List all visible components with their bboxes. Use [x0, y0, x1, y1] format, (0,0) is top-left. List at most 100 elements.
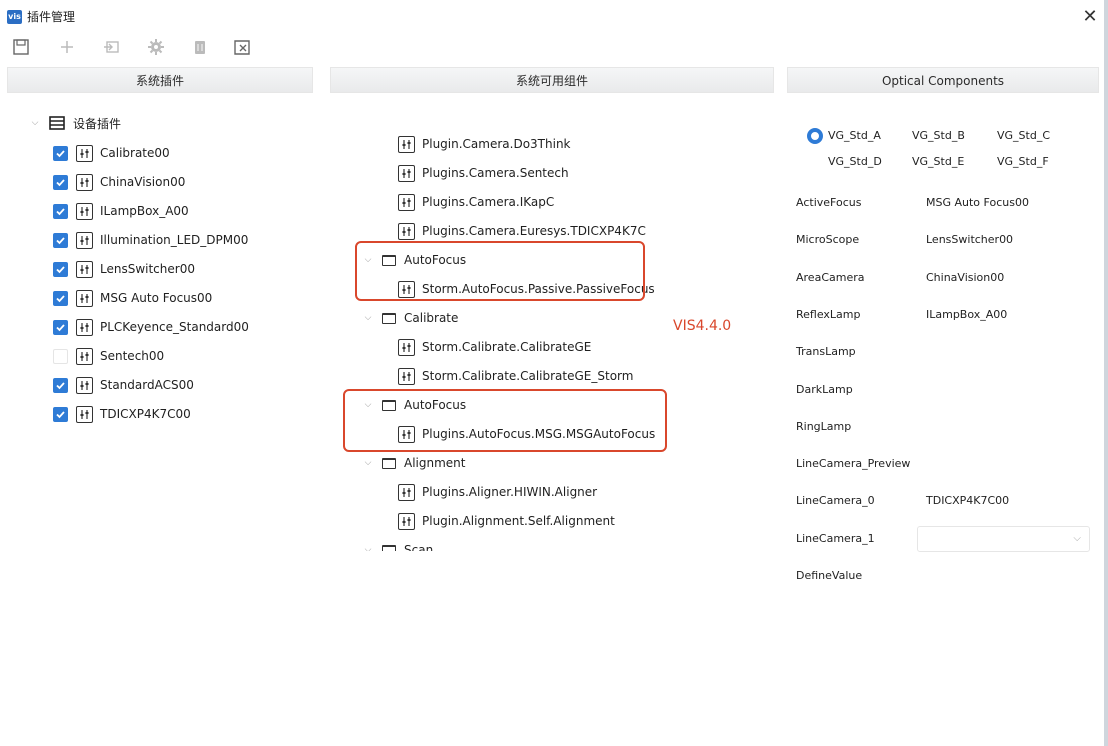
settings-icon[interactable]: [145, 36, 167, 58]
optical-field-label: LineCamera_Preview: [796, 457, 911, 471]
folder-icon: [382, 544, 396, 551]
list-item[interactable]: Storm.Calibrate.CalibrateGE_Storm: [398, 365, 633, 387]
chevron-down-icon[interactable]: ⌵: [363, 313, 373, 323]
delete-icon[interactable]: [189, 36, 211, 58]
plugin-label: LensSwitcher00: [100, 262, 195, 276]
plugin-label: MSG Auto Focus00: [100, 291, 213, 305]
plugin-checkbox[interactable]: [53, 406, 68, 422]
list-item[interactable]: Plugins.Camera.IKapC: [398, 191, 554, 213]
plugin-checkbox[interactable]: [53, 145, 68, 161]
tree-group-alignment[interactable]: ⌵ Alignment: [363, 452, 466, 474]
import-icon[interactable]: [101, 36, 123, 58]
plugin-row[interactable]: Calibrate00: [53, 142, 170, 164]
radio-vg-std-f[interactable]: VG_Std_F: [997, 155, 1049, 169]
plugin-row[interactable]: Illumination_LED_DPM00: [53, 229, 248, 251]
list-item-label: Plugins.Camera.Sentech: [422, 166, 569, 180]
optical-field-value[interactable]: TDICXP4K7C00: [926, 494, 1009, 508]
optical-field-label: LineCamera_0: [796, 494, 875, 508]
tree-group-scan[interactable]: ⌵ Scan: [363, 539, 433, 551]
plugin-row[interactable]: PLCKeyence_Standard00: [53, 316, 249, 338]
list-item-label: Plugin.Alignment.Self.Alignment: [422, 514, 615, 528]
optical-field-value[interactable]: ILampBox_A00: [926, 308, 1007, 322]
add-icon[interactable]: [56, 36, 78, 58]
plugin-row[interactable]: TDICXP4K7C00: [53, 403, 191, 425]
tree-group-scan-clip: ⌵ Scan: [363, 539, 563, 551]
plugin-icon: [398, 338, 415, 356]
list-item[interactable]: Plugins.Camera.Sentech: [398, 162, 569, 184]
close-icon[interactable]: ✕: [1082, 7, 1098, 27]
device-list-icon: [49, 116, 65, 130]
plugin-icon: [76, 405, 93, 423]
list-item-label: Storm.Calibrate.CalibrateGE_Storm: [422, 369, 634, 383]
optical-field-value[interactable]: MSG Auto Focus00: [926, 196, 1029, 210]
plugin-icon: [76, 202, 93, 220]
plugin-checkbox[interactable]: [53, 232, 68, 248]
optical-field-label: DefineValue: [796, 569, 863, 582]
optical-field-value[interactable]: ChinaVision00: [926, 271, 1004, 285]
linecamera-1-select[interactable]: ⌵: [917, 526, 1090, 552]
group-label: Scan: [404, 543, 434, 551]
chevron-down-icon: ⌵: [1073, 533, 1081, 544]
folder-icon: [382, 312, 396, 324]
plugin-label: ILampBox_A00: [100, 204, 189, 218]
plugin-manager-window: vis 插件管理 ✕ 系统插件 系统可用组件 Optical Component…: [0, 0, 1108, 746]
tree-group-calibrate[interactable]: ⌵ Calibrate: [363, 307, 459, 329]
plugin-icon: [76, 347, 93, 365]
list-item[interactable]: Plugin.Alignment.Self.Alignment: [398, 510, 615, 532]
list-item[interactable]: Plugins.Aligner.HIWIN.Aligner: [398, 481, 597, 503]
plugin-label: TDICXP4K7C00: [100, 407, 191, 421]
plugin-row[interactable]: ILampBox_A00: [53, 200, 189, 222]
plugin-row[interactable]: StandardACS00: [53, 374, 194, 396]
tree-root-device-plugins[interactable]: ⌵ 设备插件: [30, 112, 121, 134]
plugin-icon: [398, 164, 415, 182]
optical-field-label: AreaCamera: [796, 270, 865, 284]
list-item[interactable]: Storm.Calibrate.CalibrateGE: [398, 336, 591, 358]
chevron-down-icon[interactable]: ⌵: [363, 458, 373, 468]
plugin-checkbox[interactable]: [53, 203, 68, 219]
plugin-label: Sentech00: [100, 349, 165, 363]
plugin-label: Calibrate00: [100, 146, 170, 160]
plugin-checkbox[interactable]: [53, 348, 68, 364]
save-icon[interactable]: [10, 36, 32, 58]
optical-field-label: TransLamp: [796, 345, 856, 359]
group-label: Calibrate: [404, 311, 459, 325]
plugin-checkbox[interactable]: [53, 290, 68, 306]
plugin-label: StandardACS00: [100, 378, 194, 392]
close-all-icon[interactable]: [231, 36, 253, 58]
optical-field-label: ReflexLamp: [796, 307, 861, 321]
plugin-checkbox[interactable]: [53, 319, 68, 335]
list-item-label: Plugins.Camera.Euresys.TDICXP4K7C: [422, 224, 646, 238]
plugin-icon: [76, 376, 93, 394]
radio-label: VG_Std_A: [828, 129, 881, 142]
plugin-icon: [398, 193, 415, 211]
chevron-down-icon[interactable]: ⌵: [30, 118, 40, 128]
radio-vg-std-d[interactable]: VG_Std_D: [828, 155, 882, 169]
optical-field-value[interactable]: LensSwitcher00: [926, 233, 1013, 247]
list-item-label: Storm.Calibrate.CalibrateGE: [422, 340, 592, 354]
plugin-row[interactable]: ChinaVision00: [53, 171, 185, 193]
folder-icon: [382, 457, 396, 469]
radio-vg-std-c[interactable]: VG_Std_C: [997, 129, 1050, 143]
pane-header-optical-components: Optical Components: [787, 67, 1099, 93]
plugin-row[interactable]: MSG Auto Focus00: [53, 287, 212, 309]
plugin-icon: [76, 260, 93, 278]
title-bar: vis 插件管理 ✕: [0, 0, 1104, 34]
group-label: Alignment: [404, 456, 466, 470]
plugin-icon: [76, 231, 93, 249]
plugin-checkbox[interactable]: [53, 261, 68, 277]
plugin-checkbox[interactable]: [53, 377, 68, 393]
radio-vg-std-a[interactable]: [807, 128, 823, 144]
radio-vg-std-e[interactable]: VG_Std_E: [912, 155, 964, 169]
optical-field-label: ActiveFocus: [796, 196, 862, 209]
radio-vg-std-b[interactable]: VG_Std_B: [912, 129, 965, 143]
plugin-icon: [398, 512, 415, 530]
plugin-row[interactable]: LensSwitcher00: [53, 258, 195, 280]
chevron-down-icon[interactable]: ⌵: [363, 545, 373, 551]
plugin-icon: [398, 367, 415, 385]
list-item[interactable]: Plugins.Camera.Euresys.TDICXP4K7C: [398, 220, 646, 242]
plugin-icon: [398, 135, 415, 153]
plugin-label: Illumination_LED_DPM00: [100, 233, 249, 247]
plugin-checkbox[interactable]: [53, 174, 68, 190]
plugin-row[interactable]: Sentech00: [53, 345, 164, 367]
list-item[interactable]: Plugin.Camera.Do3Think: [398, 133, 571, 155]
